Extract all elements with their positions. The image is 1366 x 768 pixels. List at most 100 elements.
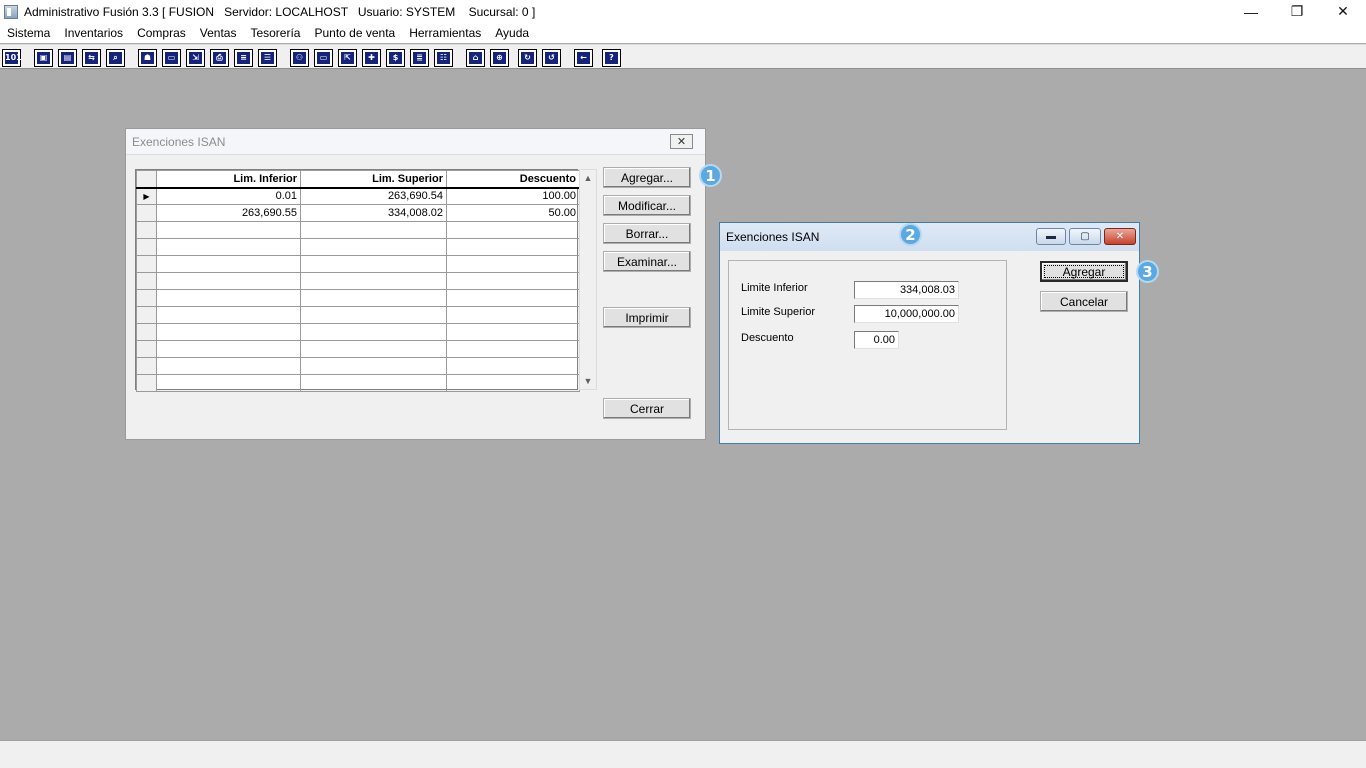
menu-ayuda[interactable]: Ayuda [488,23,536,43]
close-icon[interactable]: ✕ [1104,228,1136,245]
help-icon[interactable]: ? [602,49,621,67]
minimize-button[interactable]: — [1228,0,1274,23]
table-cell[interactable] [300,374,447,392]
limite-inferior-field[interactable]: 334,008.03 [854,281,959,299]
table-icon[interactable]: ☷ [434,49,453,67]
table-cell[interactable] [300,306,447,324]
export-icon[interactable]: ⇱ [338,49,357,67]
table-row[interactable] [136,374,580,392]
table-cell[interactable] [446,340,580,358]
table-row[interactable] [136,323,580,341]
printer-icon[interactable]: ⎙ [210,49,229,67]
list-icon[interactable]: ☰ [258,49,277,67]
exenciones-grid[interactable]: Lim. Inferior Lim. Superior Descuento ▶ 0… [135,169,580,392]
report-icon[interactable]: ≣ [410,49,429,67]
table-cell[interactable] [156,323,301,341]
table-row[interactable] [136,340,580,358]
table-cell[interactable]: 0.01 [156,187,301,205]
maximize-icon[interactable]: ▢ [1069,228,1101,245]
transfer-icon[interactable]: ⇆ [82,49,101,67]
column-header-lim-superior[interactable]: Lim. Superior [300,170,447,189]
home-icon[interactable]: ⌂ [466,49,485,67]
row-selector[interactable] [136,238,157,256]
document-icon[interactable]: ≡ [234,49,253,67]
table-cell[interactable] [300,255,447,273]
row-selector[interactable] [136,272,157,290]
modificar-button[interactable]: Modificar... [603,195,691,216]
row-selector[interactable] [136,374,157,392]
menu-compras[interactable]: Compras [130,23,193,43]
table-cell[interactable] [156,255,301,273]
examinar-button[interactable]: Examinar... [603,251,691,272]
table-cell[interactable] [156,340,301,358]
table-cell[interactable] [446,255,580,273]
table-cell[interactable] [156,289,301,307]
window-icon[interactable]: ▣ [34,49,53,67]
table-cell[interactable] [156,374,301,392]
table-row[interactable] [136,289,580,307]
table-cell[interactable] [446,221,580,239]
close-icon[interactable]: ✕ [670,134,693,149]
table-cell[interactable] [156,272,301,290]
binoculars-icon[interactable]: ⚇ [290,49,309,67]
row-selector[interactable] [136,204,157,222]
dollar-icon[interactable]: $ [386,49,405,67]
menu-sistema[interactable]: Sistema [0,23,57,43]
table-row[interactable] [136,357,580,375]
table-cell[interactable] [300,357,447,375]
folder-icon[interactable]: ▭ [162,49,181,67]
scroll-down-icon[interactable]: ▼ [580,373,596,389]
table-row[interactable]: ▶ 0.01 263,690.54 100.00 [136,187,580,205]
row-selector[interactable] [136,340,157,358]
box-icon[interactable]: ▭ [314,49,333,67]
table-cell[interactable] [300,272,447,290]
table-row[interactable] [136,272,580,290]
table-cell[interactable] [446,374,580,392]
restore-button[interactable]: ❐ [1274,0,1320,23]
table-cell[interactable] [300,238,447,256]
descuento-field[interactable]: 0.00 [854,331,899,349]
table-cell[interactable] [300,221,447,239]
agregar-button[interactable]: Agregar... [603,167,691,188]
table-row[interactable] [136,306,580,324]
zoom-icon[interactable]: ⊕ [490,49,509,67]
table-cell[interactable]: 100.00 [446,187,580,205]
table-cell[interactable] [300,340,447,358]
row-selector[interactable] [136,221,157,239]
table-cell[interactable] [446,323,580,341]
grid-scrollbar[interactable]: ▲ ▼ [579,169,597,390]
add-icon[interactable]: ✚ [362,49,381,67]
menu-inventarios[interactable]: Inventarios [57,23,130,43]
table-cell[interactable] [156,238,301,256]
cerrar-button[interactable]: Cerrar [603,398,691,419]
import-icon[interactable]: ⇲ [186,49,205,67]
column-header-lim-inferior[interactable]: Lim. Inferior [156,170,301,189]
column-header-descuento[interactable]: Descuento [446,170,580,189]
clipboard-icon[interactable]: ▤ [58,49,77,67]
table-cell[interactable] [446,238,580,256]
table-cell[interactable]: 263,690.54 [300,187,447,205]
table-row[interactable] [136,238,580,256]
agregar-button[interactable]: Agregar [1040,261,1128,282]
menu-ventas[interactable]: Ventas [193,23,244,43]
menu-tesoreria[interactable]: Tesorería [243,23,307,43]
table-cell[interactable] [446,306,580,324]
borrar-button[interactable]: Borrar... [603,223,691,244]
menu-herramientas[interactable]: Herramientas [402,23,488,43]
back-icon[interactable]: ← [574,49,593,67]
refresh-icon[interactable]: ↻ [518,49,537,67]
row-selector[interactable] [136,357,157,375]
table-cell[interactable]: 50.00 [446,204,580,222]
undo-icon[interactable]: ↺ [542,49,561,67]
row-selector[interactable] [136,289,157,307]
calculator-icon[interactable]: 101 [2,49,22,67]
table-row[interactable] [136,221,580,239]
table-cell[interactable] [446,289,580,307]
imprimir-button[interactable]: Imprimir [603,307,691,328]
search-icon[interactable]: ⌕ [106,49,125,67]
table-cell[interactable]: 334,008.02 [300,204,447,222]
table-cell[interactable] [156,357,301,375]
table-cell[interactable] [156,221,301,239]
user-icon[interactable]: ☗ [138,49,157,67]
row-selector[interactable] [136,255,157,273]
